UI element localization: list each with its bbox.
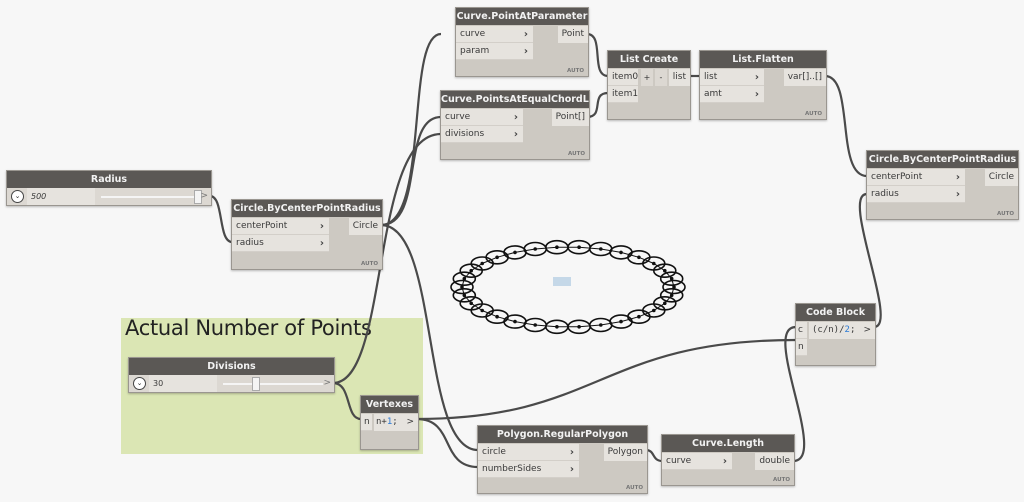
curve-length-node[interactable]: Curve.Length curve › double AUTO [661, 434, 795, 486]
slider-thumb[interactable] [251, 377, 260, 391]
node-title: Circle.ByCenterPointRadius [867, 151, 1018, 168]
lacing-label: AUTO [568, 151, 585, 157]
node-title: Polygon.RegularPolygon [478, 426, 647, 443]
add-input-button[interactable]: + [641, 69, 653, 86]
expand-chevron-icon[interactable]: ⌄ [133, 377, 146, 390]
vertexes-code-block-node[interactable]: Vertexes n n+1; > [360, 395, 419, 450]
input-port-curve[interactable]: curve › [662, 453, 732, 470]
chevron-right-icon: › [319, 221, 324, 232]
divisions-slider-node[interactable]: Divisions ⌄ 30 > [128, 357, 335, 393]
preview-polygon [461, 246, 675, 328]
chevron-right-icon: › [569, 447, 574, 458]
input-port-n[interactable]: n [796, 339, 807, 356]
output-port-list[interactable]: list [668, 69, 690, 86]
chevron-right-icon: › [955, 189, 960, 200]
chevron-right-icon: › [955, 172, 960, 183]
input-port-circle[interactable]: circle › [478, 444, 579, 461]
input-port-item1[interactable]: item1 [608, 86, 638, 103]
node-title: Vertexes [361, 396, 418, 413]
output-port-double[interactable]: double [755, 453, 794, 470]
lacing-label: AUTO [361, 261, 378, 267]
origin-marker-icon [553, 277, 571, 286]
input-port-curve[interactable]: curve › [456, 26, 533, 43]
polygon-regular-polygon-node[interactable]: Polygon.RegularPolygon circle › numberSid… [477, 425, 648, 494]
output-port-polygon[interactable]: Polygon [603, 444, 647, 461]
input-port-radius[interactable]: radius › [232, 235, 329, 252]
node-title: List Create [608, 51, 690, 68]
input-port-divisions[interactable]: divisions › [441, 126, 523, 143]
lacing-label: AUTO [567, 68, 584, 74]
chevron-right-icon: › [569, 464, 574, 475]
output-port-point-array[interactable]: Point[] [551, 109, 589, 126]
chevron-right-icon: › [754, 89, 759, 100]
node-title: Curve.PointAtParameter [456, 8, 588, 25]
chevron-right-icon: › [513, 129, 518, 140]
chevron-right-icon: › [722, 456, 727, 467]
output-port[interactable]: > [859, 322, 875, 339]
circle-by-center-point-radius-node[interactable]: Circle.ByCenterPointRadius centerPoint › … [231, 199, 383, 270]
lacing-label: AUTO [805, 111, 822, 117]
input-port-centerpoint[interactable]: centerPoint › [232, 218, 329, 235]
node-title: Circle.ByCenterPointRadius [232, 200, 382, 217]
output-port-circle[interactable]: Circle [348, 218, 382, 235]
code-editor[interactable]: (c/n)/2; [809, 322, 859, 339]
input-port-param[interactable]: param › [456, 43, 533, 60]
input-port-radius[interactable]: radius › [867, 186, 965, 203]
output-port-var[interactable]: var[]..[] [783, 69, 826, 86]
radius-slider-node[interactable]: Radius ⌄ 500 > [6, 170, 212, 206]
remove-input-button[interactable]: - [655, 69, 667, 86]
lacing-label: AUTO [773, 477, 790, 483]
node-title: Radius [7, 171, 211, 188]
code-block-node[interactable]: Code Block c n (c/n)/2; > [795, 303, 876, 366]
curve-point-at-parameter-node[interactable]: Curve.PointAtParameter curve › param › Poi… [455, 7, 589, 77]
chevron-right-icon: › [319, 238, 324, 249]
output-port[interactable]: > [323, 375, 331, 392]
slider-track[interactable] [101, 196, 201, 198]
output-port-circle[interactable]: Circle [984, 169, 1018, 186]
expand-chevron-icon[interactable]: ⌄ [11, 190, 24, 203]
lacing-label: AUTO [997, 211, 1014, 217]
slider-value[interactable]: 500 [27, 188, 95, 205]
chevron-right-icon: › [523, 29, 528, 40]
node-title: List.Flatten [700, 51, 826, 68]
code-editor[interactable]: n+1; [374, 414, 404, 431]
input-port-item0[interactable]: item0 [608, 69, 638, 86]
input-port-c[interactable]: c [796, 322, 807, 339]
input-port-list[interactable]: list › [700, 69, 764, 86]
node-title: Divisions [129, 358, 334, 375]
output-port[interactable]: > [200, 188, 208, 205]
node-title: Curve.Length [662, 435, 794, 452]
node-title: Code Block [796, 304, 875, 321]
list-flatten-node[interactable]: List.Flatten list › amt › var[]..[] AUTO [699, 50, 827, 120]
input-port-numbersides[interactable]: numberSides › [478, 461, 579, 478]
input-port-amt[interactable]: amt › [700, 86, 764, 103]
curve-points-at-equal-chord-length-node[interactable]: Curve.PointsAtEqualChordLength curve› di… [440, 90, 590, 160]
chevron-right-icon: › [754, 72, 759, 83]
circle-by-center-point-radius-node-2[interactable]: Circle.ByCenterPointRadius centerPoint › … [866, 150, 1019, 220]
node-title: Curve.PointsAtEqualChordLength [441, 91, 589, 108]
slider-track[interactable] [223, 383, 323, 385]
output-port-point[interactable]: Point [557, 26, 588, 43]
lacing-label: AUTO [626, 485, 643, 491]
list-create-node[interactable]: List Create item0 item1 + - list [607, 50, 691, 120]
chevron-right-icon: › [523, 46, 528, 57]
input-port-n[interactable]: n [361, 414, 372, 431]
input-port-centerpoint[interactable]: centerPoint › [867, 169, 965, 186]
output-port[interactable]: > [402, 414, 418, 431]
chevron-right-icon: › [513, 112, 518, 123]
slider-value[interactable]: 30 [149, 375, 217, 392]
input-port-curve[interactable]: curve › [441, 109, 523, 126]
